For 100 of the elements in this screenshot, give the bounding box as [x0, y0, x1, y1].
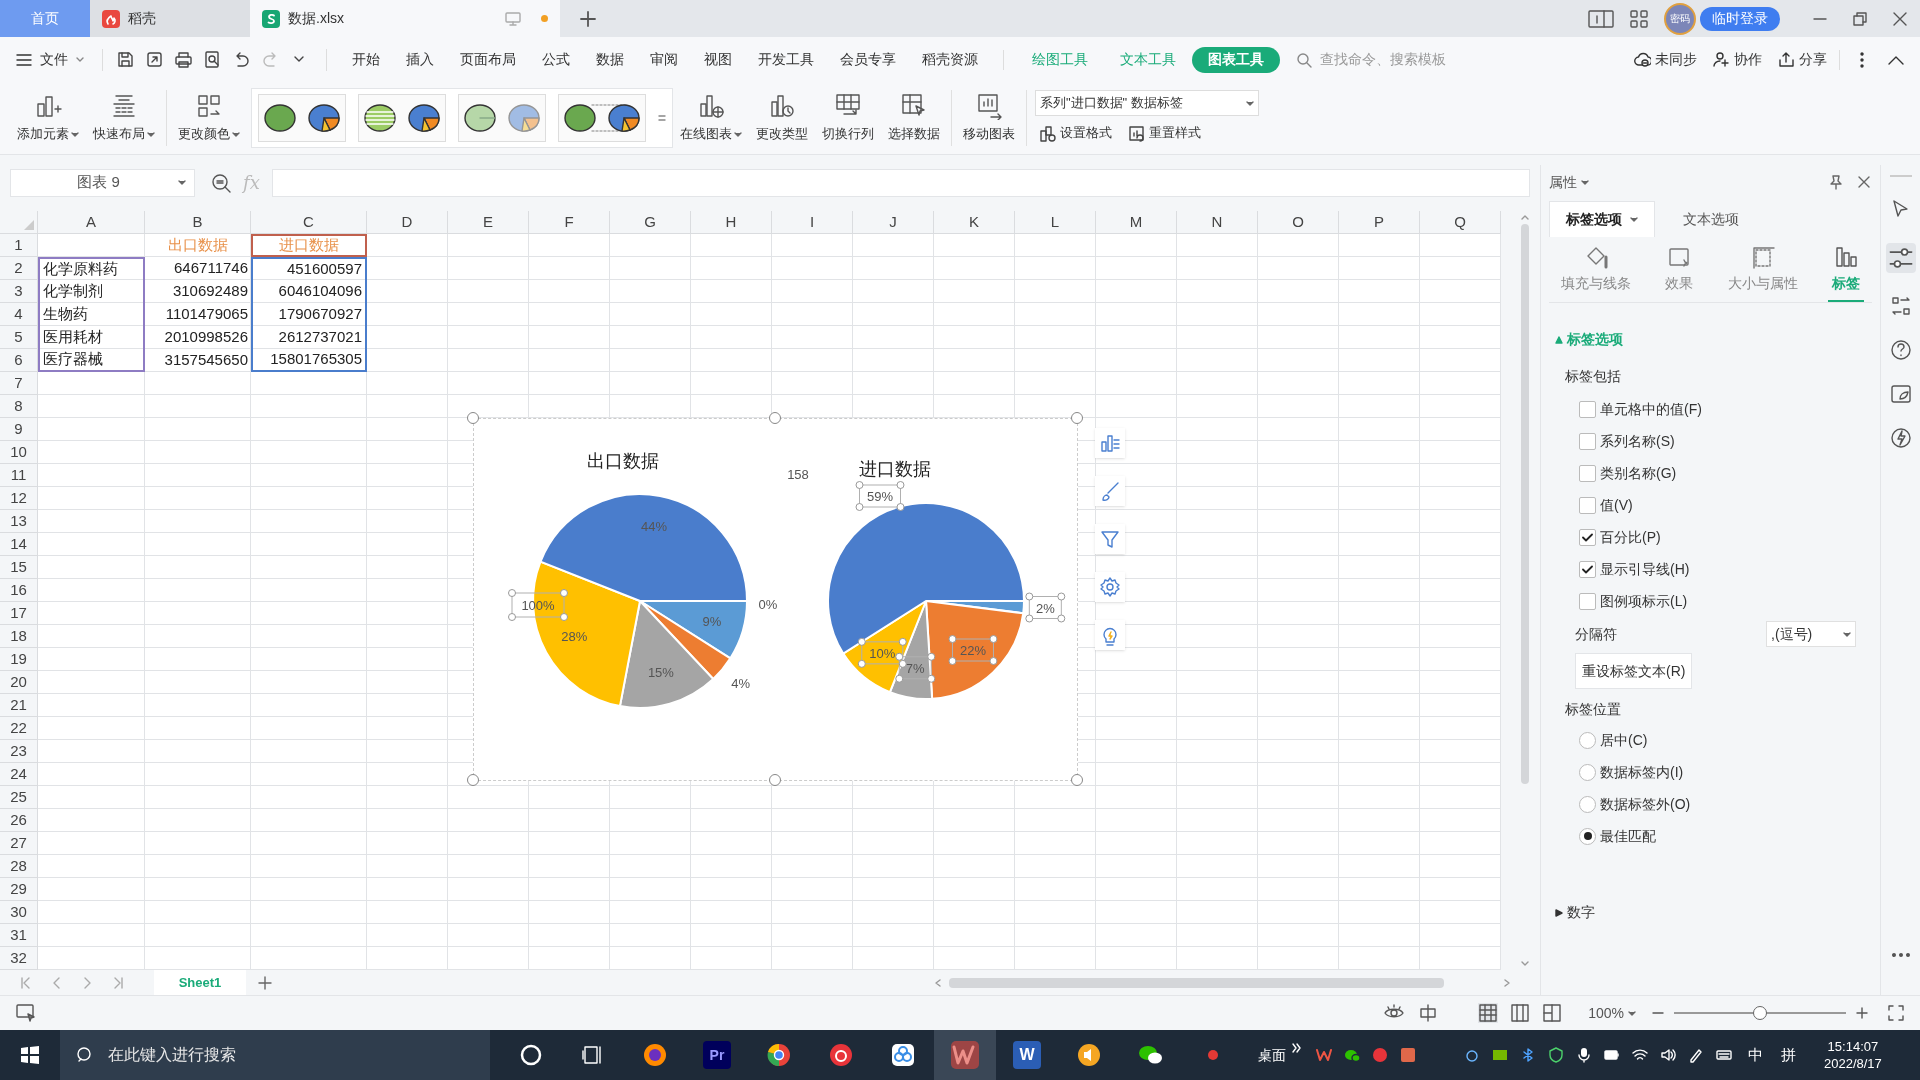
chart-side-button[interactable] — [1095, 476, 1125, 506]
document-tab[interactable]: 数据.xlsx — [250, 0, 560, 37]
checkbox-label[interactable]: 图例项标示(L) — [1600, 590, 1688, 612]
radio-label[interactable]: 最佳匹配 — [1600, 825, 1656, 847]
ribbon-button[interactable]: 移动图表 — [956, 86, 1022, 150]
row-number[interactable]: 22 — [0, 717, 38, 740]
restore-icon[interactable] — [1852, 10, 1868, 27]
keyboard-icon[interactable] — [1716, 1047, 1732, 1063]
macro-icon[interactable] — [16, 1004, 36, 1022]
column-header[interactable]: M — [1096, 211, 1177, 234]
row-number[interactable]: 1 — [0, 234, 38, 257]
row-number[interactable]: 9 — [0, 418, 38, 441]
column-header[interactable]: C — [251, 211, 367, 234]
row-number[interactable]: 15 — [0, 556, 38, 579]
browser-ball-icon[interactable] — [765, 1041, 793, 1069]
taskbar-date[interactable]: 2022/8/17 — [1824, 1055, 1882, 1072]
help-icon[interactable] — [1889, 339, 1912, 361]
row-number[interactable]: 20 — [0, 671, 38, 694]
checkbox[interactable] — [1579, 400, 1596, 418]
wifi-icon[interactable] — [1632, 1047, 1648, 1063]
checkbox[interactable] — [1579, 560, 1596, 578]
grid-apps-icon[interactable] — [1630, 9, 1648, 28]
zoom-slider[interactable] — [1674, 1006, 1846, 1020]
column-header[interactable]: E — [448, 211, 529, 234]
column-header[interactable]: K — [934, 211, 1015, 234]
format-button[interactable]: 重置样式 — [1124, 120, 1205, 146]
column-header[interactable]: N — [1177, 211, 1258, 234]
row-number[interactable]: 5 — [0, 326, 38, 349]
pin-icon[interactable] — [1828, 174, 1844, 190]
row-number[interactable]: 26 — [0, 809, 38, 832]
column-header[interactable]: J — [853, 211, 934, 234]
radio-label[interactable]: 数据标签外(O) — [1600, 793, 1691, 815]
checkbox[interactable] — [1579, 496, 1596, 514]
volume-icon[interactable] — [1660, 1047, 1676, 1063]
print-icon[interactable] — [175, 51, 192, 68]
format-button[interactable]: 设置格式 — [1035, 120, 1116, 146]
ribbon-button[interactable]: 更改类型 — [749, 86, 815, 150]
row-number[interactable]: 31 — [0, 924, 38, 947]
toolbar-action[interactable]: 协作 — [1713, 49, 1762, 70]
ribbon-button[interactable]: 选择数据 — [881, 86, 947, 150]
panel-tab[interactable]: 文本选项 — [1667, 201, 1755, 237]
zoom-in-icon[interactable] — [1856, 1007, 1868, 1019]
checkbox-label[interactable]: 值(V) — [1600, 494, 1633, 516]
checkbox-label[interactable]: 系列名称(S) — [1600, 430, 1675, 452]
column-header[interactable]: B — [145, 211, 251, 234]
reading-mode-icon[interactable] — [1588, 9, 1614, 28]
swap-icon[interactable] — [1889, 295, 1912, 317]
ribbon-button[interactable]: 在线图表 — [673, 86, 749, 150]
row-number[interactable]: 13 — [0, 510, 38, 533]
checkbox[interactable] — [1579, 592, 1596, 610]
column-header[interactable]: Q — [1420, 211, 1501, 234]
lightning-icon[interactable] — [1889, 427, 1912, 449]
login-button[interactable]: 临时登录 — [1700, 6, 1780, 31]
horizontal-scrollbar-thumb[interactable] — [949, 977, 1444, 988]
column-header[interactable]: A — [38, 211, 145, 234]
scroll-right-icon[interactable] — [1504, 978, 1510, 987]
user-avatar[interactable]: 密码 — [1664, 2, 1696, 35]
save-icon[interactable] — [117, 51, 134, 68]
ribbon-button[interactable]: 添加元素 — [10, 86, 86, 150]
chart-side-button[interactable] — [1095, 572, 1125, 602]
close-icon[interactable] — [1892, 10, 1908, 27]
checkbox[interactable] — [1579, 464, 1596, 482]
menu-tab[interactable]: 插入 — [393, 49, 447, 70]
radio-label[interactable]: 居中(C) — [1600, 729, 1648, 751]
chart-side-button[interactable] — [1095, 620, 1125, 650]
scroll-down-icon[interactable] — [1521, 961, 1529, 966]
document-tab[interactable]: 稻壳 — [90, 0, 250, 37]
checkbox-label[interactable]: 百分比(P) — [1600, 526, 1661, 548]
cloud-drive-icon[interactable] — [889, 1041, 917, 1069]
menu-tab[interactable]: 稻壳资源 — [909, 49, 991, 70]
reset-label-button[interactable]: 重设标签文本(R) — [1575, 653, 1693, 689]
name-box[interactable]: 图表 9 — [10, 168, 195, 197]
menu-tab[interactable]: 开始 — [339, 49, 393, 70]
windows-start-icon[interactable] — [20, 1045, 40, 1065]
checkbox[interactable] — [1579, 432, 1596, 450]
slider-thumb[interactable] — [1753, 1006, 1767, 1020]
checkbox-label[interactable]: 单元格中的值(F) — [1600, 398, 1702, 420]
row-number[interactable]: 12 — [0, 487, 38, 510]
panel-tab[interactable]: 标签选项 — [1549, 201, 1655, 237]
file-menu[interactable]: 文件 — [16, 49, 94, 70]
normal-view-icon[interactable] — [1478, 1003, 1499, 1023]
close-icon[interactable] — [1856, 174, 1872, 190]
panel-title[interactable]: 属性 — [1549, 171, 1589, 193]
row-number[interactable]: 23 — [0, 740, 38, 763]
undo-icon[interactable] — [233, 51, 250, 68]
row-number[interactable]: 28 — [0, 855, 38, 878]
row-number[interactable]: 6 — [0, 349, 38, 372]
column-header[interactable]: G — [610, 211, 691, 234]
row-number[interactable]: 24 — [0, 763, 38, 786]
radio-button[interactable] — [1579, 795, 1596, 813]
battery-icon[interactable] — [1604, 1047, 1620, 1063]
taskbar-search-field[interactable]: 在此键入进行搜索 — [60, 1030, 490, 1080]
menu-tab[interactable]: 公式 — [529, 49, 583, 70]
image-leaf-icon[interactable] — [1889, 383, 1912, 405]
column-header[interactable]: O — [1258, 211, 1339, 234]
element-dropdown[interactable]: 系列"进口数据" 数据标签 — [1035, 90, 1259, 116]
row-number[interactable]: 2 — [0, 257, 38, 280]
row-number[interactable]: 11 — [0, 464, 38, 487]
office-suite-icon[interactable] — [951, 1041, 979, 1069]
menu-tab[interactable]: 会员专享 — [827, 49, 909, 70]
